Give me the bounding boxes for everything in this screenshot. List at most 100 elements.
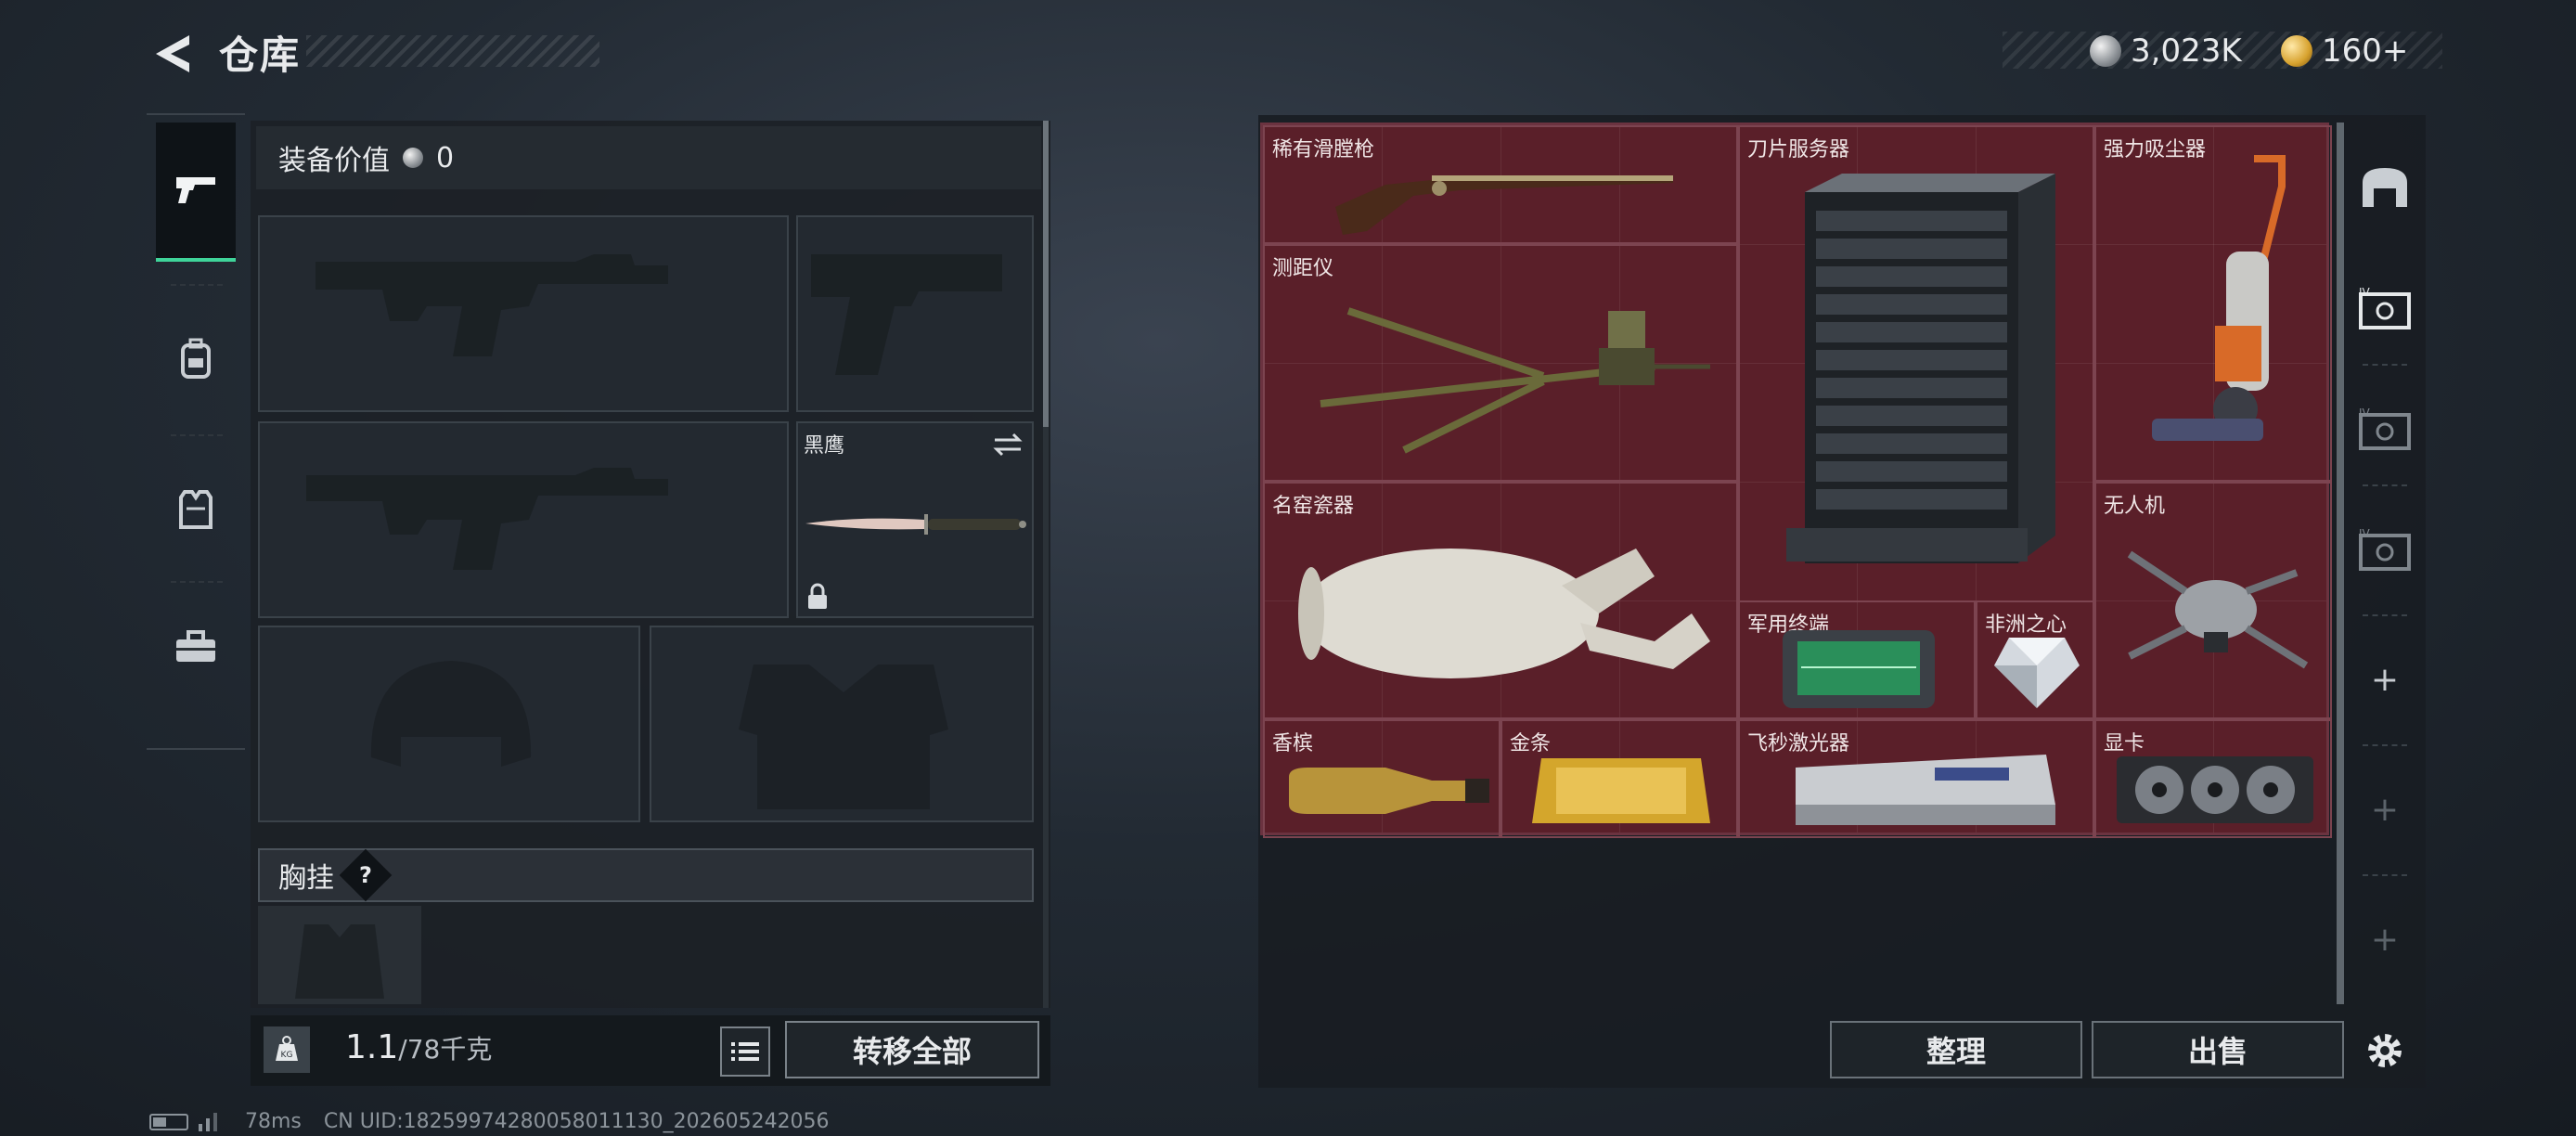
page-title: 仓库 (219, 32, 302, 78)
silver-amount: 3,023K (2131, 32, 2242, 70)
carry-weight: 1.1 /78千克 (345, 1028, 492, 1066)
item-label: 无人机 (2104, 495, 2166, 518)
svg-text:IV: IV (2359, 286, 2371, 299)
stash-grid-icon: IV (2359, 286, 2411, 329)
stash-tab-column: IV IV IV + + + (2350, 113, 2420, 1088)
vacuum-icon (2152, 155, 2286, 441)
equipment-value-label: 装备价值 (278, 145, 390, 177)
stash-item-femtosecond-laser[interactable]: 飞秒激光器 (1738, 719, 2094, 838)
toolbox-icon (176, 630, 215, 662)
currency-gold[interactable]: 160+ (2281, 28, 2408, 74)
plus-icon: + (2370, 790, 2400, 829)
stash-item-porcelain[interactable]: 名窑瓷器 (1263, 482, 1738, 719)
stash-item-musket[interactable]: 稀有滑膛枪 (1263, 125, 1738, 244)
tab-stash-1[interactable]: IV (2350, 252, 2420, 364)
user-uid: CN UID:18259974280058011130_202605242056 (323, 1110, 830, 1133)
rifle-silhouette-icon (316, 254, 668, 356)
champagne-bottle-icon (1289, 768, 1489, 814)
chest-rig-slot[interactable] (258, 906, 421, 1004)
stash-grid-icon: IV (2359, 527, 2411, 571)
stash-item-graphics-card[interactable]: 显卡 (2094, 719, 2332, 838)
locked-stash-tab: + (2350, 884, 2420, 995)
stash-item-vacuum[interactable]: 强力吸尘器 (2094, 125, 2332, 482)
svg-text:KG: KG (281, 1051, 293, 1060)
chest-rig-header: 胸挂 ? (258, 848, 1034, 902)
vest-icon (179, 490, 213, 529)
stash-scrollbar[interactable] (2337, 123, 2344, 1004)
diamond-icon (1994, 638, 2080, 708)
currency-silver: 3,023K (2090, 28, 2242, 74)
stash-item-gold-bar[interactable]: 金条 (1501, 719, 1738, 838)
tab-stash-2[interactable]: IV (2350, 373, 2420, 484)
melee-label: 黑鹰 (804, 434, 845, 458)
knife-icon (805, 514, 1026, 535)
gold-coin-icon (2281, 35, 2312, 67)
help-icon[interactable]: ? (339, 848, 393, 902)
stash-item-drone[interactable]: 无人机 (2094, 482, 2332, 719)
weight-icon: KG (264, 1026, 310, 1073)
gold-amount: 160+ (2322, 32, 2409, 70)
nav-weapons[interactable] (156, 123, 236, 262)
loadout-scrollbar[interactable] (1043, 121, 1049, 427)
primary-weapon-slot[interactable] (258, 215, 789, 412)
stash-grid: 稀有滑膛枪 刀片服务器 强力吸尘器 测距仪 名窑瓷器 无人机 军用终端 非洲之心… (1260, 123, 2332, 838)
porcelain-vase-icon (1298, 549, 1710, 678)
sidearm-slot[interactable] (796, 215, 1034, 412)
list-view-button[interactable] (720, 1026, 770, 1077)
helmet-slot[interactable] (258, 626, 640, 822)
svg-text:IV: IV (2359, 527, 2371, 540)
terminal-icon (1783, 630, 1935, 708)
melee-slot[interactable]: 黑鹰 (796, 421, 1034, 618)
ping-value: 78ms (245, 1110, 302, 1133)
silver-coin-icon (403, 148, 423, 168)
locked-stash-tab: + (2350, 754, 2420, 865)
secondary-weapon-slot[interactable] (258, 421, 789, 618)
rangefinder-icon (1320, 307, 1710, 454)
nav-toolbox[interactable] (156, 577, 236, 716)
loadout-side-nav (147, 113, 245, 750)
battery-signal-icon (149, 1112, 217, 1131)
gear-icon (2368, 1034, 2402, 1067)
tab-stash-3[interactable]: IV (2350, 494, 2420, 605)
sell-button[interactable]: 出售 (2092, 1021, 2344, 1078)
graphics-card-icon (2117, 756, 2313, 823)
item-label: 刀片服务器 (1747, 138, 1850, 161)
body-armor-silhouette-icon (739, 665, 948, 809)
musket-icon (1335, 175, 1673, 235)
stash-item-heart-of-africa[interactable]: 非洲之心 (1976, 600, 2094, 719)
chest-rig-silhouette-icon (295, 924, 384, 999)
stash-item-rangefinder[interactable]: 测距仪 (1263, 244, 1738, 482)
drone-icon (2127, 550, 2309, 669)
back-arrow-icon[interactable] (148, 30, 197, 78)
silver-coin-icon (2090, 35, 2121, 67)
server-icon (1786, 174, 2055, 563)
equipment-value-amount: 0 (436, 141, 455, 174)
stash-item-champagne[interactable]: 香槟 (1263, 719, 1501, 838)
nav-backpack[interactable] (156, 290, 236, 429)
rifle-silhouette-icon (306, 468, 668, 570)
gold-bar-icon (1532, 758, 1710, 823)
safe-box-icon (2363, 168, 2407, 207)
pistol-icon (176, 177, 215, 203)
settings-button[interactable] (2350, 995, 2420, 1106)
pistol-silhouette-icon (811, 254, 1002, 375)
swap-icon[interactable] (989, 431, 1026, 458)
stash-grid-icon: IV (2359, 407, 2411, 450)
weight-value: 1.1 (345, 1028, 399, 1066)
nav-vest[interactable] (156, 440, 236, 579)
plus-icon: + (2370, 660, 2400, 699)
equipment-value-bar: 装备价值 0 (256, 126, 1041, 189)
list-icon (731, 1042, 759, 1061)
transfer-all-button[interactable]: 转移全部 (785, 1021, 1039, 1078)
stash-item-military-terminal[interactable]: 军用终端 (1738, 600, 1976, 719)
add-stash-tab-button[interactable]: + (2350, 624, 2420, 735)
plus-icon: + (2370, 920, 2400, 959)
armor-slot[interactable] (650, 626, 1034, 822)
tab-safe-box[interactable] (2350, 132, 2420, 243)
status-footer: 78ms CN UID:18259974280058011130_2026052… (148, 1110, 830, 1133)
sort-button[interactable]: 整理 (1830, 1021, 2082, 1078)
title-decoration (306, 35, 599, 67)
item-label: 香槟 (1272, 732, 1314, 755)
helmet-silhouette-icon (370, 661, 532, 767)
svg-text:IV: IV (2359, 407, 2371, 420)
